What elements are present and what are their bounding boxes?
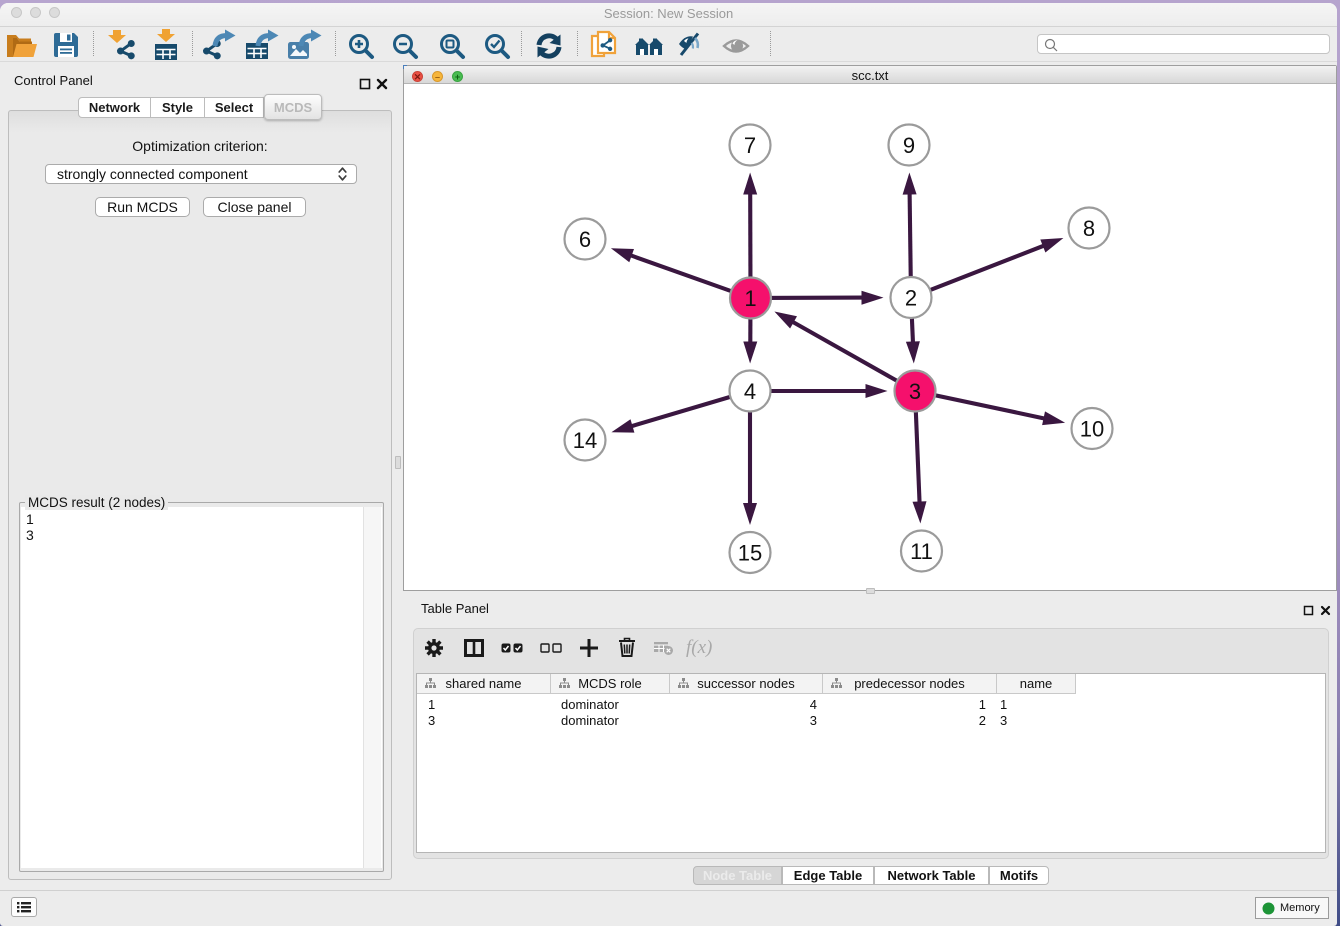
svg-text:9: 9: [903, 133, 915, 158]
svg-text:1: 1: [744, 286, 756, 311]
svg-text:14: 14: [573, 428, 597, 453]
svg-text:6: 6: [579, 227, 591, 252]
svg-text:8: 8: [1083, 216, 1095, 241]
svg-text:3: 3: [909, 379, 921, 404]
svg-text:f(x): f(x): [686, 637, 712, 658]
svg-text:11: 11: [910, 539, 933, 564]
svg-text:15: 15: [738, 541, 762, 566]
svg-text:10: 10: [1080, 417, 1104, 442]
svg-text:4: 4: [744, 379, 756, 404]
svg-text:2: 2: [905, 286, 917, 311]
svg-text:7: 7: [744, 133, 756, 158]
